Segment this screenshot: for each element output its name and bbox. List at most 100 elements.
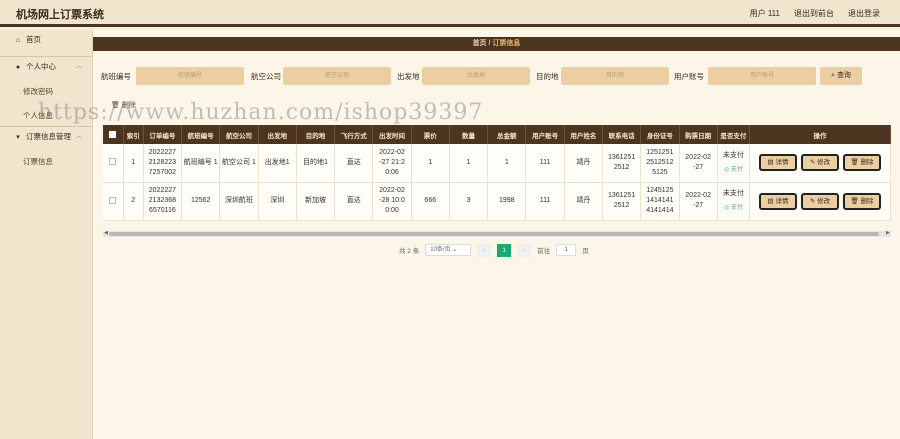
col-header: 身份证号 — [640, 125, 680, 144]
select-all-checkbox[interactable] — [103, 125, 124, 144]
trash-icon: 🗑 — [850, 159, 859, 167]
pay-icon: ◎ — [723, 205, 730, 211]
edit-button[interactable]: ✎ 修改 — [800, 154, 839, 172]
cell-mode: 直达 — [334, 182, 374, 221]
sidebar-item-ticket-management[interactable]: ▾ 订票信息管理 ︿ — [0, 126, 92, 146]
row-delete-button[interactable]: 🗑 删除 — [842, 154, 881, 172]
watermark: https://www.huzhan.com/ishop39397 — [38, 100, 484, 125]
scroll-right-icon[interactable]: ▶ — [886, 230, 890, 236]
cell-account: 111 — [525, 182, 565, 221]
cell-total: 1 — [487, 144, 527, 183]
scroll-left-icon[interactable]: ◀ — [104, 230, 108, 236]
search-bar: 航班编号 航班编号 航空公司 航空公司 出发地 出发地 目的地 目的地 用户账号… — [101, 67, 891, 85]
col-header: 联系电话 — [602, 125, 642, 144]
page-size-select[interactable]: 10条/页 ⌄ — [425, 244, 472, 256]
row-checkbox[interactable] — [103, 182, 124, 221]
cell-name: 靖丹 — [564, 144, 603, 183]
col-header: 订单编号 — [143, 125, 183, 144]
sidebar-item-ticket-info[interactable]: 订票信息 — [0, 152, 92, 172]
cell-depart: 2022-02 -27 21:2 0:06 — [372, 144, 412, 183]
app-title: 机场网上订票系统 — [16, 9, 104, 21]
airline-label: 航空公司 — [251, 72, 281, 81]
next-page-button[interactable]: › — [517, 243, 532, 257]
sidebar: ⌂ 首页 ● 个人中心 ︿ 修改密码 个人信息 ▾ 订票信息管理 ︿ 订票信息 — [0, 30, 93, 439]
col-header: 用户账号 — [525, 125, 565, 144]
airline-input[interactable]: 航空公司 — [283, 67, 391, 85]
cell-price: 1 — [411, 144, 450, 183]
cell-airline: 航空公司 1 — [219, 144, 259, 183]
horizontal-scrollbar[interactable]: ◀ ▶ — [103, 230, 891, 237]
page-button[interactable]: 1 — [497, 243, 512, 257]
sidebar-item-home[interactable]: ⌂ 首页 — [0, 30, 92, 50]
cell-mode: 直达 — [334, 144, 374, 183]
prev-page-button[interactable]: ‹ — [477, 243, 492, 257]
to-input[interactable]: 目的地 — [561, 67, 669, 85]
edit-button[interactable]: ✎ 修改 — [800, 192, 839, 210]
col-header: 出发时间 — [372, 125, 412, 144]
detail-icon: ▤ — [767, 197, 774, 205]
col-header: 票价 — [411, 125, 450, 144]
table-row: 1 2022227 2128223 7257002 航班编号 1 航空公司 1 … — [103, 144, 892, 183]
cell-date: 2022-02 -27 — [679, 144, 718, 183]
pay-link[interactable]: ◎ 支付 — [718, 203, 749, 213]
from-input[interactable]: 出发地 — [422, 67, 530, 85]
pay-icon: ◎ — [723, 166, 730, 173]
breadcrumb-home[interactable]: 首页 — [473, 40, 487, 47]
col-header: 目的地 — [296, 125, 336, 144]
top-links: 用户 111 退出到前台 退出登录 — [750, 8, 880, 19]
search-icon: ⌕ — [831, 72, 835, 79]
cell-flight-no: 航班编号 1 — [181, 144, 221, 183]
cell-date: 2022-02 -27 — [679, 182, 718, 221]
main-content: 首页 / 订票信息 航班编号 航班编号 航空公司 航空公司 出发地 出发地 目的… — [93, 30, 900, 439]
cell-id-no: 1245125 1414141 4141414 — [640, 182, 680, 221]
col-header: 飞行方式 — [334, 125, 374, 144]
goto-page-input[interactable]: 1 — [556, 244, 577, 256]
pay-link[interactable]: ◎ 支付 — [718, 165, 749, 175]
chevron-down-icon: ⌄ — [452, 247, 458, 253]
query-button[interactable]: ⌕ 查询 — [820, 67, 862, 85]
trash-icon: 🗑 — [850, 197, 859, 205]
flight-no-label: 航班编号 — [101, 72, 131, 81]
detail-button[interactable]: ▤ 详情 — [758, 154, 797, 172]
goto-label: 前往 — [537, 248, 551, 255]
col-header: 航班编号 — [181, 125, 221, 144]
cell-airline: 深圳航班 — [219, 182, 259, 221]
cell-depart: 2022-02 -28 10:0 0:00 — [372, 182, 412, 221]
cell-total: 1998 — [487, 182, 527, 221]
row-checkbox[interactable] — [103, 144, 124, 183]
col-header: 出发地 — [258, 125, 297, 144]
home-icon: ⌂ — [15, 37, 21, 44]
sidebar-item-personal-center[interactable]: ● 个人中心 ︿ — [0, 56, 92, 76]
cell-index: 1 — [123, 144, 144, 183]
scrollbar-thumb[interactable] — [109, 232, 879, 236]
sidebar-item-change-password[interactable]: 修改密码 — [0, 82, 92, 102]
from-label: 出发地 — [397, 72, 420, 81]
detail-button[interactable]: ▤ 详情 — [758, 192, 797, 210]
flight-no-input[interactable]: 航班编号 — [136, 67, 244, 85]
col-header: 用户姓名 — [564, 125, 603, 144]
cell-index: 2 — [123, 182, 144, 221]
pagination: 共 2 条 10条/页 ⌄ ‹ 1 › 前往 1 页 — [399, 243, 589, 257]
edit-icon: ✎ — [809, 159, 816, 167]
user-label: 用户 111 — [749, 9, 780, 18]
total-count: 共 2 条 — [399, 248, 420, 255]
row-delete-button[interactable]: 🗑 删除 — [842, 192, 881, 210]
edit-icon: ✎ — [809, 197, 816, 205]
chevron-up-icon: ︿ — [75, 64, 82, 70]
cell-paid: 未支付 ◎ 支付 — [717, 144, 750, 183]
col-header: 总金额 — [487, 125, 527, 144]
detail-icon: ▤ — [767, 159, 774, 167]
cell-qty: 3 — [449, 182, 489, 221]
table-row: 2 2022227 2132368 6570116 12562 深圳航班 深圳 … — [103, 182, 892, 221]
col-header: 航空公司 — [219, 125, 259, 144]
paid-status: 未支付 — [722, 151, 744, 159]
cell-phone: 1361251 2512 — [602, 144, 642, 183]
logout-link[interactable]: 退出登录 — [848, 8, 880, 19]
cell-order-no: 2022227 2128223 7257002 — [143, 144, 183, 183]
back-to-front-link[interactable]: 退出到前台 — [794, 8, 834, 19]
cell-to: 目的地1 — [296, 144, 336, 183]
account-input[interactable]: 用户账号 — [708, 67, 816, 85]
user-icon: ● — [15, 64, 21, 71]
cell-price: 666 — [411, 182, 450, 221]
account-label: 用户账号 — [674, 72, 704, 81]
